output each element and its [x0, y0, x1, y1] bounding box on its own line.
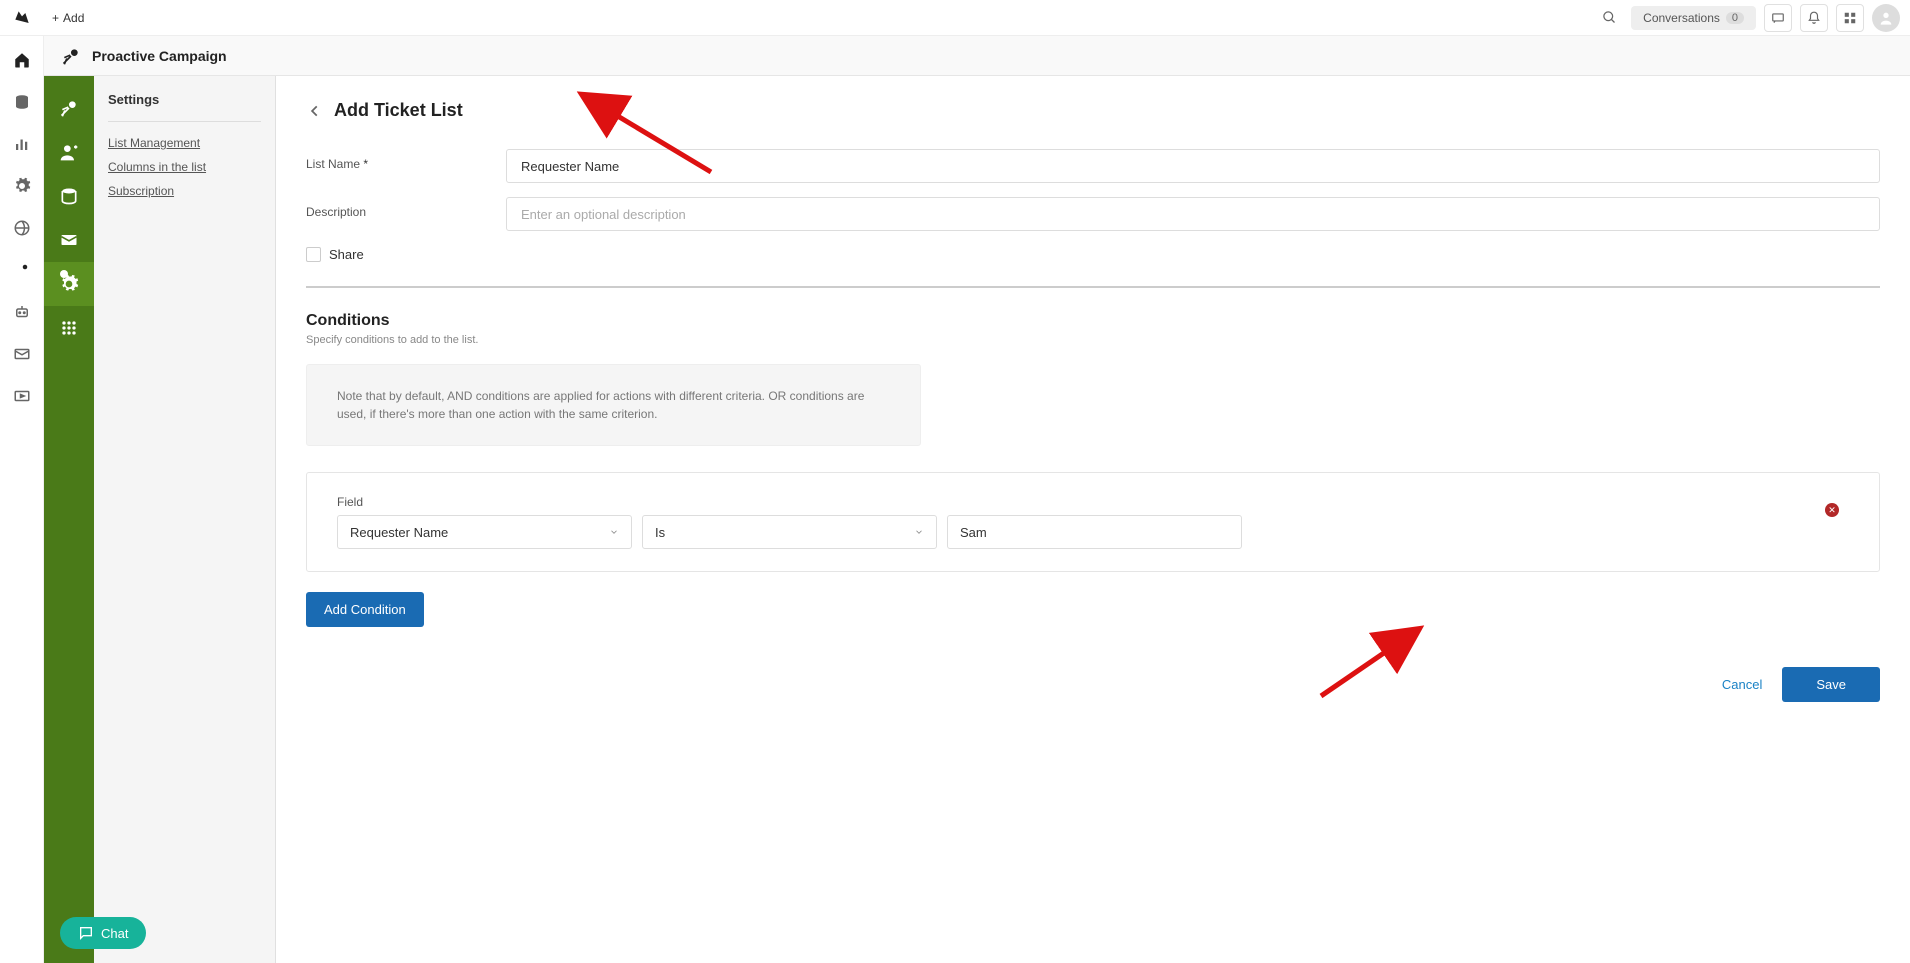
conversations-pill[interactable]: Conversations 0 — [1631, 6, 1756, 30]
condition-operator-value: Is — [655, 525, 665, 540]
campaign-icon[interactable] — [10, 258, 34, 282]
avatar[interactable] — [1872, 4, 1900, 32]
cancel-button[interactable]: Cancel — [1722, 677, 1762, 692]
green-mail-icon[interactable] — [44, 218, 94, 262]
data-icon[interactable] — [10, 90, 34, 114]
remove-condition-button[interactable]: ✕ — [1825, 503, 1839, 517]
green-user-icon[interactable] — [44, 130, 94, 174]
description-label: Description — [306, 197, 506, 219]
green-grid-icon[interactable] — [44, 306, 94, 350]
save-button[interactable]: Save — [1782, 667, 1880, 702]
side-link-list-management[interactable]: List Management — [108, 136, 261, 150]
chat-icon — [78, 925, 94, 941]
globe-icon[interactable] — [10, 216, 34, 240]
green-gear-icon[interactable] — [44, 262, 94, 306]
list-name-input[interactable] — [506, 149, 1880, 183]
add-label: Add — [63, 11, 84, 25]
description-input[interactable] — [506, 197, 1880, 231]
app-logo — [0, 8, 44, 28]
section-divider — [306, 286, 1880, 288]
apps-icon[interactable] — [1836, 4, 1864, 32]
green-campaign-icon[interactable] — [44, 86, 94, 130]
bot-icon[interactable] — [10, 300, 34, 324]
conversations-label: Conversations — [1643, 11, 1720, 25]
chat-label: Chat — [101, 926, 128, 941]
add-button[interactable]: + Add — [44, 7, 92, 29]
left-rail — [0, 36, 44, 963]
top-bar: + Add Conversations 0 — [0, 0, 1910, 36]
conversations-count: 0 — [1726, 12, 1744, 24]
share-checkbox[interactable] — [306, 247, 321, 262]
strip-title: Proactive Campaign — [92, 48, 227, 64]
page-strip: Proactive Campaign — [44, 36, 1910, 76]
page-title: Add Ticket List — [334, 100, 463, 121]
side-divider — [108, 121, 261, 122]
chart-icon[interactable] — [10, 132, 34, 156]
search-icon[interactable] — [1595, 4, 1623, 32]
message-icon[interactable] — [1764, 4, 1792, 32]
condition-card: Field Requester Name Is — [306, 472, 1880, 572]
green-rail — [44, 76, 94, 963]
plus-icon: + — [52, 11, 59, 25]
home-icon[interactable] — [10, 48, 34, 72]
campaign-strip-icon — [60, 45, 82, 67]
side-link-subscription[interactable]: Subscription — [108, 184, 261, 198]
chevron-down-icon — [914, 525, 924, 540]
conditions-heading: Conditions — [306, 312, 1880, 330]
chevron-down-icon — [609, 525, 619, 540]
side-panel-title: Settings — [108, 92, 261, 107]
chat-widget[interactable]: Chat — [60, 917, 146, 949]
conditions-sub: Specify conditions to add to the list. — [306, 334, 1880, 346]
bell-icon[interactable] — [1800, 4, 1828, 32]
share-label: Share — [329, 247, 364, 262]
main-form: Add Ticket List List Name * Description — [276, 76, 1910, 963]
conditions-info: Note that by default, AND conditions are… — [306, 364, 921, 446]
side-link-columns[interactable]: Columns in the list — [108, 160, 261, 174]
condition-field-value: Requester Name — [350, 525, 448, 540]
condition-field-label: Field — [337, 495, 632, 509]
list-name-label: List Name * — [306, 149, 506, 171]
condition-operator-select[interactable]: Is — [642, 515, 937, 549]
back-button[interactable] — [306, 102, 324, 120]
condition-value-input[interactable] — [947, 515, 1242, 549]
condition-field-select[interactable]: Requester Name — [337, 515, 632, 549]
settings-side-panel: Settings List Management Columns in the … — [94, 76, 276, 963]
mail-icon[interactable] — [10, 342, 34, 366]
play-icon[interactable] — [10, 384, 34, 408]
gear-icon[interactable] — [10, 174, 34, 198]
add-condition-button[interactable]: Add Condition — [306, 592, 424, 627]
green-db-icon[interactable] — [44, 174, 94, 218]
content-outer: Proactive Campaign — [44, 36, 1910, 963]
